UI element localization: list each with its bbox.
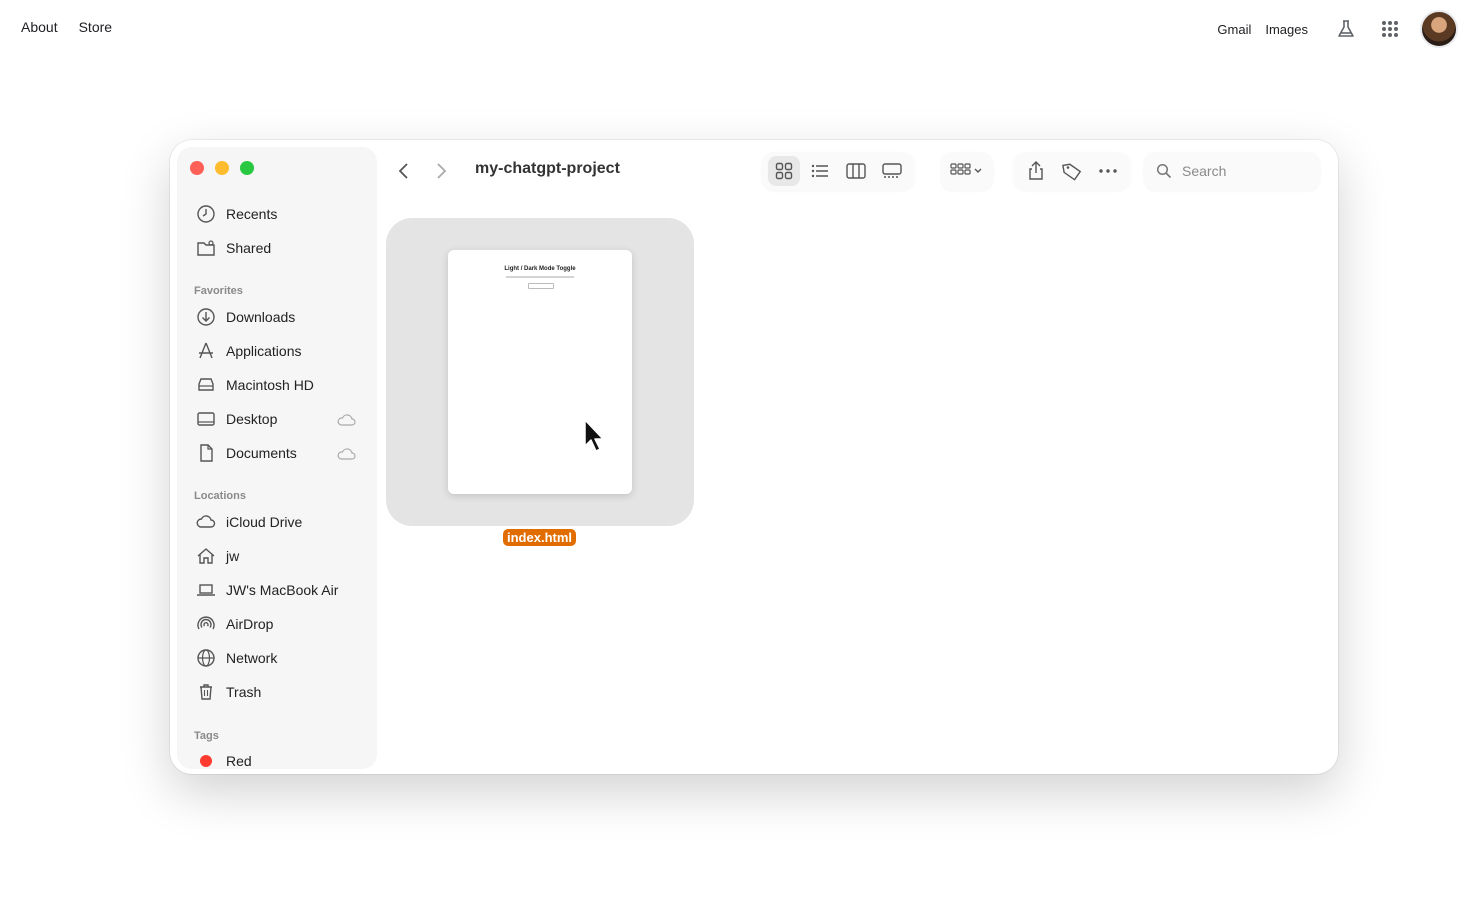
locations-header: Locations [194,490,246,502]
chevron-right-icon [437,163,447,179]
file-name-label[interactable]: index.html [503,529,577,546]
store-link[interactable]: Store [79,19,112,35]
sidebar-item-label: Macintosh HD [226,377,314,393]
sidebar-item-label: Documents [226,445,297,461]
sidebar-item-desktop[interactable]: Desktop [196,407,277,431]
mouse-pointer-icon [584,419,604,452]
sidebar-item-label: Trash [226,684,262,700]
sidebar-item-airdrop[interactable]: AirDrop [196,612,273,636]
labs-flask-icon[interactable] [1326,9,1366,49]
airdrop-icon [197,616,215,630]
sidebar-item-label: JW's MacBook Air [226,582,339,598]
trash-icon [200,684,212,700]
clock-icon [197,205,215,223]
file-item-selected[interactable]: Light / Dark Mode Toggle [386,218,694,526]
window-title: my-chatgpt-project [475,160,620,177]
forward-button[interactable] [428,158,454,184]
sidebar-item-icloud-drive[interactable]: iCloud Drive [196,510,302,534]
zoom-window-button[interactable] [240,161,254,175]
sidebar-item-trash[interactable]: Trash [196,680,261,704]
sidebar-item-label: jw [226,548,240,564]
share-button[interactable] [1020,156,1052,186]
close-window-button[interactable] [190,161,204,175]
cloud-icon [196,515,216,528]
top-nav: About Store Gmail Images [0,0,1472,56]
list-view-button[interactable] [804,156,836,186]
chevron-left-icon [398,163,408,179]
tag-icon [1062,163,1082,181]
sidebar-item-macintosh-hd[interactable]: Macintosh HD [196,373,314,397]
sidebar-item-label: Downloads [226,309,296,325]
sidebar-item-recents[interactable]: Recents [196,202,277,226]
red-tag-dot-icon [200,755,212,767]
finder-window: Recents Shared Favorites Downloads Appli… [170,140,1338,774]
sidebar-item-label: Shared [226,240,272,256]
more-actions-button[interactable] [1092,156,1124,186]
favorites-header: Favorites [194,285,243,297]
images-link[interactable]: Images [1265,22,1308,37]
gmail-link[interactable]: Gmail [1217,22,1251,37]
share-icon [1029,161,1043,180]
sidebar-item-shared[interactable]: Shared [196,236,271,260]
laptop-icon [197,584,215,596]
apps-grid-icon[interactable] [1370,9,1410,49]
sidebar-item-label: Desktop [226,411,278,427]
traffic-lights [190,161,254,175]
icloud-status-icon [337,414,356,426]
icon-view-button[interactable] [768,156,800,186]
actions-group [1014,152,1130,190]
download-icon [197,308,215,326]
desktop-icon [197,412,215,426]
shared-folder-icon [197,240,215,256]
icloud-status-icon [337,448,356,460]
column-view-button[interactable] [840,156,872,186]
sidebar-item-documents[interactable]: Documents [196,441,297,465]
sidebar-item-downloads[interactable]: Downloads [196,305,295,329]
preview-button [528,283,554,289]
document-icon [200,444,213,462]
disk-icon [198,378,214,391]
grid-view-icon [775,162,793,180]
back-button[interactable] [391,158,417,184]
sidebar-item-label: Red [226,753,252,769]
group-by-group [941,152,993,190]
preview-title: Light / Dark Mode Toggle [504,266,576,272]
sidebar-item-label: Recents [226,206,278,222]
sidebar-item-network[interactable]: Network [196,646,277,670]
search-input[interactable] [1180,162,1304,180]
sidebar-item-macbook-air[interactable]: JW's MacBook Air [196,578,338,602]
about-link[interactable]: About [21,19,58,35]
tags-header: Tags [194,730,219,742]
column-view-icon [846,163,866,179]
globe-icon [197,649,215,667]
top-nav-right: Gmail Images [1217,9,1458,49]
sidebar-item-tag-red[interactable]: Red [196,749,252,773]
sidebar-item-jw[interactable]: jw [196,544,239,568]
gallery-view-button[interactable] [876,156,908,186]
tag-button[interactable] [1056,156,1088,186]
group-grid-chevron-icon [950,163,982,175]
minimize-window-button[interactable] [215,161,229,175]
sidebar-item-applications[interactable]: Applications [196,339,302,363]
sidebar-item-label: AirDrop [226,616,274,632]
list-view-icon [811,164,828,178]
sidebar: Recents Shared Favorites Downloads Appli… [178,148,376,769]
applications-icon [199,342,213,359]
gallery-view-icon [882,163,902,178]
view-mode-group [762,152,914,190]
avatar[interactable] [1420,10,1458,48]
toolbar: my-chatgpt-project [386,148,1330,194]
group-by-button[interactable] [947,156,987,186]
preview-text-line [506,276,574,278]
search-field[interactable] [1144,152,1320,190]
sidebar-item-label: Applications [226,343,302,359]
home-icon [197,548,215,564]
sidebar-item-label: iCloud Drive [226,514,303,530]
top-nav-left: About Store [21,19,112,35]
sidebar-item-label: Network [226,650,278,666]
search-icon [1156,163,1172,179]
ellipsis-icon [1099,169,1117,173]
file-preview-thumbnail: Light / Dark Mode Toggle [448,250,632,494]
